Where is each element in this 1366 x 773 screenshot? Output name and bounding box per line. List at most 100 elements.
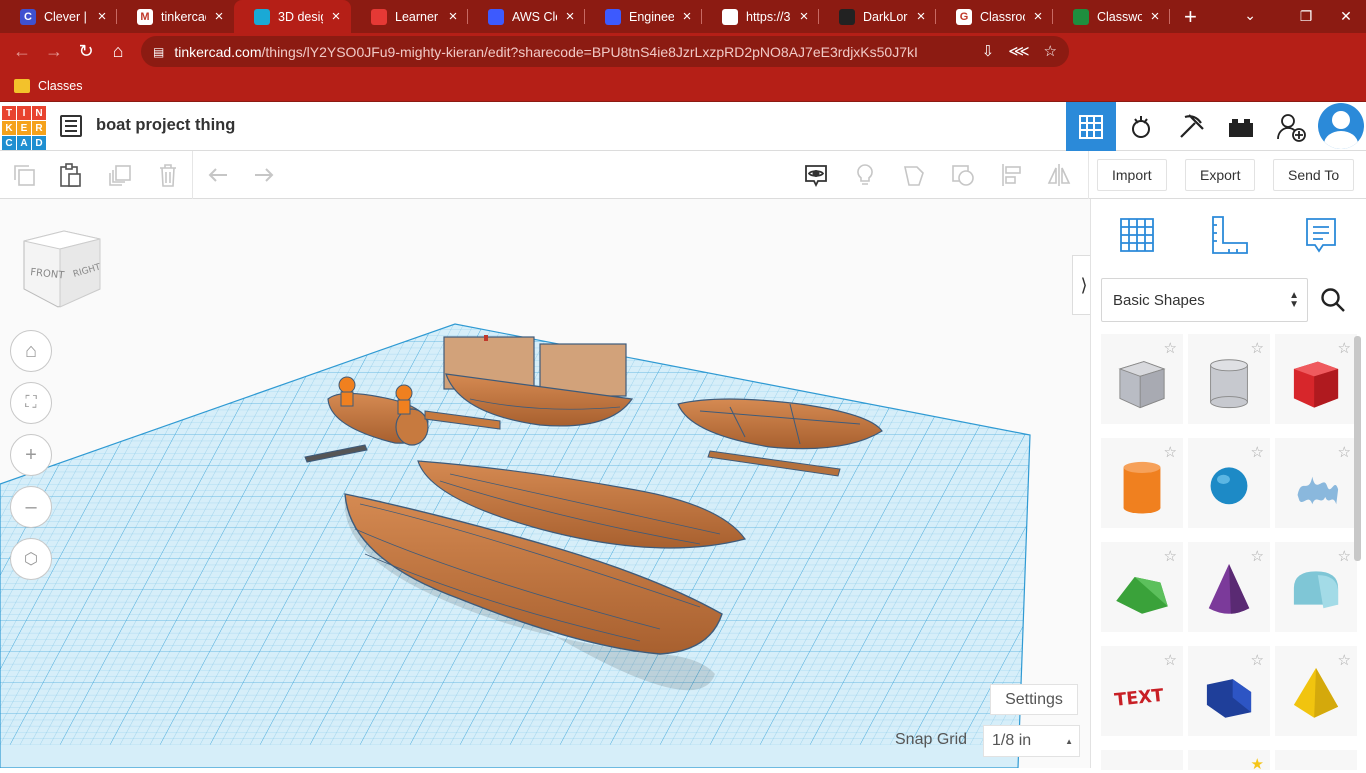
favorite-star-icon[interactable]: ☆: [1164, 443, 1177, 461]
close-tab-icon[interactable]: ×: [1031, 8, 1045, 25]
hole-button[interactable]: [947, 159, 979, 191]
codeblocks-button[interactable]: [1116, 102, 1166, 151]
send-to-button[interactable]: Send To: [1273, 159, 1355, 191]
shape-box-hole[interactable]: ☆: [1101, 334, 1183, 424]
redo-button[interactable]: [248, 159, 280, 191]
search-shapes-button[interactable]: [1311, 278, 1355, 322]
close-tab-icon[interactable]: ×: [797, 8, 811, 25]
browser-tab[interactable]: Classwor ×: [1053, 0, 1170, 33]
home-icon[interactable]: ⌂: [102, 41, 134, 62]
workplane-viewport[interactable]: FRONT RIGHT ⌂ ⛶ + – ⬡ Settings Snap Grid…: [0, 199, 1090, 768]
shape-box[interactable]: ☆: [1275, 334, 1357, 424]
share-icon[interactable]: ⋘: [1008, 42, 1029, 60]
home-view-button[interactable]: ⌂: [10, 330, 52, 372]
shape-scribble[interactable]: ☆: [1275, 438, 1357, 528]
shape-cylinder-hole[interactable]: ☆: [1188, 334, 1270, 424]
favorite-star-icon[interactable]: ☆: [1338, 651, 1351, 669]
zoom-out-button[interactable]: –: [10, 486, 52, 528]
restore-window-icon[interactable]: ❐: [1286, 8, 1326, 25]
close-tab-icon[interactable]: ×: [95, 8, 109, 25]
ruler-button[interactable]: [1207, 213, 1251, 262]
close-window-icon[interactable]: ✕: [1326, 8, 1366, 25]
shape-solid-button[interactable]: [898, 159, 930, 191]
close-tab-icon[interactable]: ×: [563, 8, 577, 25]
view-cube[interactable]: FRONT RIGHT: [20, 227, 102, 316]
new-tab-icon[interactable]: +: [1184, 4, 1197, 30]
shape-cell-partial[interactable]: [1275, 750, 1357, 770]
forward-icon[interactable]: →: [38, 41, 70, 62]
browser-tab[interactable]: Learner L ×: [351, 0, 468, 33]
close-tab-icon[interactable]: ×: [329, 8, 343, 25]
shape-pyramid[interactable]: ☆: [1275, 646, 1357, 736]
browser-tab[interactable]: https://3 ×: [702, 0, 819, 33]
duplicate-button[interactable]: [104, 159, 136, 191]
delete-button[interactable]: [152, 159, 184, 191]
shape-roof[interactable]: ☆: [1101, 542, 1183, 632]
favorite-star-icon[interactable]: ☆: [1164, 651, 1177, 669]
mirror-button[interactable]: [1043, 159, 1075, 191]
browser-tab[interactable]: C Clever | Lo ×: [0, 0, 117, 33]
shape-cylinder[interactable]: ☆: [1101, 438, 1183, 528]
fit-view-button[interactable]: ⛶: [10, 382, 52, 424]
browser-tab[interactable]: 3D design ×: [234, 0, 351, 33]
shape-wedge[interactable]: ☆: [1188, 646, 1270, 736]
browser-tab[interactable]: AWS Clou ×: [468, 0, 585, 33]
design-list-icon[interactable]: [60, 115, 82, 137]
shape-cell-partial[interactable]: ★: [1188, 750, 1270, 773]
close-tab-icon[interactable]: ×: [1148, 8, 1162, 25]
close-tab-icon[interactable]: ×: [914, 8, 928, 25]
favorite-star-icon[interactable]: ☆: [1251, 339, 1264, 357]
workplane-scene[interactable]: [0, 199, 1090, 768]
tab-search-icon[interactable]: ⌄: [1244, 7, 1256, 24]
favorite-star-icon[interactable]: ☆: [1164, 339, 1177, 357]
browser-tab[interactable]: DarkLord ×: [819, 0, 936, 33]
shape-library-select[interactable]: Basic Shapes ▲ ▼: [1101, 278, 1308, 322]
shape-round-roof[interactable]: ☆: [1275, 542, 1357, 632]
light-button[interactable]: [849, 159, 881, 191]
favorite-star-icon[interactable]: ☆: [1338, 547, 1351, 565]
close-tab-icon[interactable]: ×: [446, 8, 460, 25]
align-button[interactable]: [996, 159, 1028, 191]
notes-visibility-button[interactable]: [800, 159, 832, 191]
back-icon[interactable]: ←: [6, 41, 38, 62]
export-button[interactable]: Export: [1185, 159, 1256, 191]
tinkercad-logo[interactable]: TIN KER CAD: [2, 106, 46, 150]
reload-icon[interactable]: ↻: [70, 41, 102, 62]
shape-sphere[interactable]: ☆: [1188, 438, 1270, 528]
import-button[interactable]: Import: [1097, 159, 1167, 191]
favorite-star-icon[interactable]: ☆: [1338, 443, 1351, 461]
settings-button[interactable]: Settings: [990, 684, 1078, 715]
lego-bricks-button[interactable]: [1216, 102, 1266, 151]
browser-tab[interactable]: Mtinkercad ×: [117, 0, 234, 33]
copy-button[interactable]: [8, 159, 40, 191]
undo-button[interactable]: [202, 159, 234, 191]
user-avatar[interactable]: [1318, 103, 1364, 149]
shape-text[interactable]: TEXT ☆: [1101, 646, 1183, 736]
notes-button[interactable]: [1299, 213, 1343, 262]
site-info-icon[interactable]: ▤: [153, 45, 164, 59]
install-app-icon[interactable]: ⇩: [982, 42, 995, 60]
favorite-star-icon[interactable]: ★: [1251, 755, 1264, 773]
paste-button[interactable]: [54, 159, 86, 191]
project-title[interactable]: boat project thing: [96, 116, 235, 135]
close-tab-icon[interactable]: ×: [212, 8, 226, 25]
favorite-star-icon[interactable]: ☆: [1164, 547, 1177, 565]
panel-scrollbar[interactable]: [1354, 336, 1361, 561]
snap-grid-select[interactable]: 1/8 in ▲: [983, 725, 1080, 757]
favorite-star-icon[interactable]: ☆: [1338, 339, 1351, 357]
close-tab-icon[interactable]: ×: [680, 8, 694, 25]
add-user-button[interactable]: [1266, 102, 1316, 151]
workplane-button[interactable]: [1115, 213, 1159, 262]
bookmark-star-icon[interactable]: ☆: [1044, 42, 1057, 60]
url-text[interactable]: tinkercad.com/things/lY2YSO0JFu9-mighty-…: [174, 44, 944, 60]
favorite-star-icon[interactable]: ☆: [1251, 443, 1264, 461]
shape-cone[interactable]: ☆: [1188, 542, 1270, 632]
perspective-button[interactable]: ⬡: [10, 538, 52, 580]
zoom-in-button[interactable]: +: [10, 434, 52, 476]
favorite-star-icon[interactable]: ☆: [1251, 651, 1264, 669]
bookmark-classes[interactable]: Classes: [38, 79, 82, 93]
browser-tab[interactable]: G Classroo ×: [936, 0, 1053, 33]
shape-cell-partial[interactable]: [1101, 750, 1183, 770]
minecraft-button[interactable]: [1166, 102, 1216, 151]
browser-tab[interactable]: Engineeri ×: [585, 0, 702, 33]
